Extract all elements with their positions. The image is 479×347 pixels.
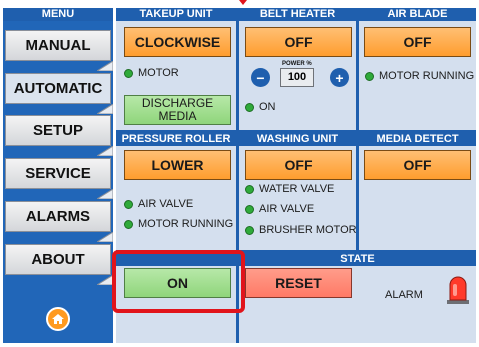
air-valve-label: AIR VALVE bbox=[138, 198, 194, 210]
sidebar-item-manual[interactable]: MANUAL bbox=[5, 30, 111, 61]
sidebar-item-service[interactable]: SERVICE bbox=[5, 158, 111, 189]
motor-indicator: MOTOR bbox=[124, 67, 179, 79]
sidebar-tab-tail bbox=[97, 104, 113, 114]
belt-heater-header: BELT HEATER bbox=[239, 8, 356, 21]
sidebar-item-alarms[interactable]: ALARMS bbox=[5, 201, 111, 232]
alarm-label: ALARM bbox=[385, 289, 423, 301]
brusher-motor-indicator: BRUSHER MOTOR bbox=[245, 224, 357, 236]
home-icon bbox=[52, 314, 64, 324]
washing-unit-header: WASHING UNIT bbox=[239, 133, 356, 146]
takeup-direction-button[interactable]: CLOCKWISE bbox=[124, 27, 231, 57]
motor-running-label: MOTOR RUNNING bbox=[138, 218, 234, 230]
takeup-unit-header: TAKEUP UNIT bbox=[116, 8, 236, 21]
pressure-roller-button[interactable]: LOWER bbox=[124, 150, 231, 180]
discharge-media-button[interactable]: DISCHARGE MEDIA bbox=[124, 95, 231, 125]
air-valve-indicator: AIR VALVE bbox=[124, 198, 193, 210]
highlight-frame bbox=[112, 250, 245, 313]
home-button[interactable] bbox=[46, 307, 70, 331]
heater-on-indicator: ON bbox=[245, 101, 276, 113]
sidebar-tab-tail bbox=[97, 61, 113, 71]
washing-air-valve-indicator: AIR VALVE bbox=[245, 203, 314, 215]
status-led-icon bbox=[124, 68, 133, 78]
sidebar-item-setup[interactable]: SETUP bbox=[5, 115, 111, 146]
washing-unit-toggle-button[interactable]: OFF bbox=[245, 150, 352, 180]
menu-header: MENU bbox=[3, 8, 113, 21]
brusher-motor-label: BRUSHER MOTOR bbox=[259, 224, 357, 236]
sidebar: MENU MANUAL AUTOMATIC SETUP SERVICE ALAR… bbox=[3, 8, 113, 343]
status-led-icon bbox=[124, 199, 133, 209]
sidebar-item-automatic[interactable]: AUTOMATIC bbox=[5, 73, 111, 104]
power-increase-button[interactable]: + bbox=[330, 68, 349, 87]
status-led-icon bbox=[245, 204, 254, 214]
pressure-roller-header: PRESSURE ROLLER bbox=[116, 133, 236, 146]
alarm-beacon-icon bbox=[445, 275, 471, 305]
belt-heater-toggle-button[interactable]: OFF bbox=[245, 27, 352, 57]
water-valve-indicator: WATER VALVE bbox=[245, 183, 334, 195]
sidebar-tab-tail bbox=[97, 146, 113, 156]
state-header: STATE bbox=[239, 253, 476, 266]
media-detect-header: MEDIA DETECT bbox=[359, 133, 476, 146]
sidebar-tab-tail bbox=[97, 189, 113, 199]
sidebar-tab-tail bbox=[97, 232, 113, 242]
power-decrease-button[interactable]: − bbox=[251, 68, 270, 87]
status-led-icon bbox=[245, 184, 254, 194]
status-led-icon bbox=[245, 102, 254, 112]
sidebar-item-about[interactable]: ABOUT bbox=[5, 244, 111, 275]
washing-air-valve-label: AIR VALVE bbox=[259, 203, 315, 215]
media-detect-toggle-button[interactable]: OFF bbox=[364, 150, 471, 180]
heater-on-label: ON bbox=[259, 101, 276, 113]
air-blade-motor-indicator: MOTOR RUNNING bbox=[365, 70, 474, 82]
air-blade-motor-label: MOTOR RUNNING bbox=[379, 70, 475, 82]
motor-indicator-label: MOTOR bbox=[138, 67, 179, 79]
power-percent-label: POWER % bbox=[282, 61, 312, 67]
water-valve-label: WATER VALVE bbox=[259, 183, 335, 195]
status-led-icon bbox=[365, 71, 374, 81]
status-led-icon bbox=[245, 225, 254, 235]
reset-button[interactable]: RESET bbox=[245, 268, 352, 298]
air-blade-header: AIR BLADE bbox=[359, 8, 476, 21]
motor-running-indicator: MOTOR RUNNING bbox=[124, 218, 233, 230]
status-led-icon bbox=[124, 219, 133, 229]
focus-marker-icon bbox=[239, 0, 247, 5]
air-blade-toggle-button[interactable]: OFF bbox=[364, 27, 471, 57]
sidebar-tab-tail bbox=[97, 275, 113, 285]
power-value-display: 100 bbox=[280, 68, 314, 87]
